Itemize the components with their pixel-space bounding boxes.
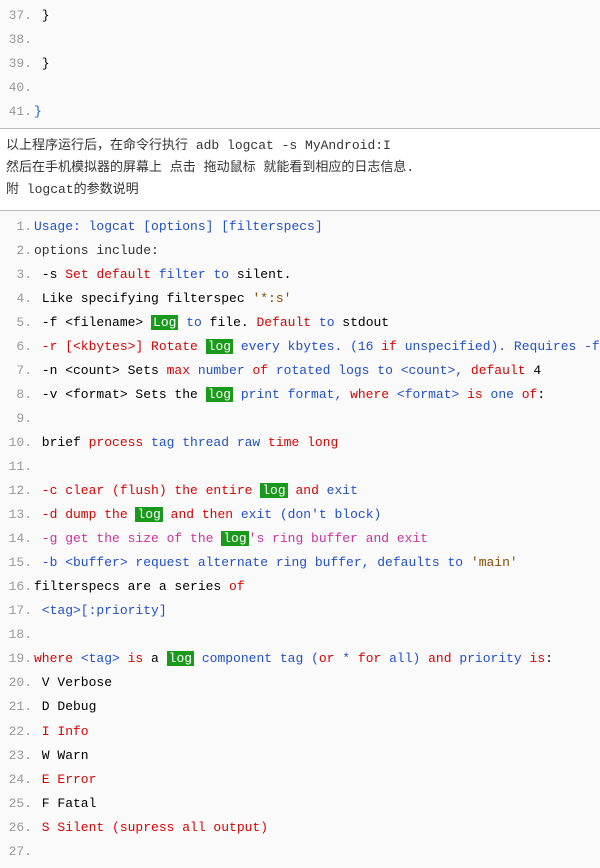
code-line: 41.}: [6, 100, 594, 124]
doc-line: 18.: [6, 623, 594, 647]
doc-line: 8. -v <format> Sets the log print format…: [6, 383, 594, 407]
intro-line: 以上程序运行后，在命令行执行 adb logcat -s MyAndroid:I: [6, 135, 594, 157]
code-tail: 37. } 38. 39. } 40. 41.}: [0, 0, 600, 128]
doc-line: 12. -c clear (flush) the entire log and …: [6, 479, 594, 503]
intro-command: adb logcat -s MyAndroid:I: [196, 138, 391, 153]
highlight-log: log: [167, 651, 194, 666]
doc-line: 16.filterspecs are a series of: [6, 575, 594, 599]
doc-line: 17. <tag>[:priority]: [6, 599, 594, 623]
doc-line: 4. Like specifying filterspec '*:s': [6, 287, 594, 311]
highlight-log: log: [135, 507, 162, 522]
highlight-log: log: [260, 483, 287, 498]
code-line: 40.: [6, 76, 594, 100]
doc-line: 3. -s Set default filter to silent.: [6, 263, 594, 287]
doc-line: 9.: [6, 407, 594, 431]
code-line: 39. }: [6, 52, 594, 76]
doc-line: 19.where <tag> is a log component tag (o…: [6, 647, 594, 671]
intro-line: 附 logcat的参数说明: [6, 179, 594, 201]
highlight-log: log: [206, 387, 233, 402]
doc-line: 2.options include:: [6, 239, 594, 263]
doc-line: 22. I Info: [6, 720, 594, 744]
code-line: 38.: [6, 28, 594, 52]
logcat-help: 1.Usage: logcat [options] [filterspecs] …: [0, 210, 600, 868]
doc-line: 11.: [6, 455, 594, 479]
doc-line: 13. -d dump the log and then exit (don't…: [6, 503, 594, 527]
highlight-log: log: [221, 531, 248, 546]
doc-line: 20. V Verbose: [6, 671, 594, 695]
doc-line: 7. -n <count> Sets max number of rotated…: [6, 359, 594, 383]
highlight-log: log: [206, 339, 233, 354]
doc-line: 26. S Silent (supress all output): [6, 816, 594, 840]
doc-line: 14. -g get the size of the log's ring bu…: [6, 527, 594, 551]
intro-text: 以上程序运行后，在命令行执行 adb logcat -s MyAndroid:I…: [0, 128, 600, 209]
doc-line: 5. -f <filename> Log to file. Default to…: [6, 311, 594, 335]
doc-line: 15. -b <buffer> request alternate ring b…: [6, 551, 594, 575]
doc-line: 6. -r [<kbytes>] Rotate log every kbytes…: [6, 335, 594, 359]
doc-line: 24. E Error: [6, 768, 594, 792]
doc-line: 10. brief process tag thread raw time lo…: [6, 431, 594, 455]
doc-line: 27.: [6, 840, 594, 864]
code-line: 37. }: [6, 4, 594, 28]
highlight-log: Log: [151, 315, 178, 330]
doc-line: 21. D Debug: [6, 695, 594, 719]
doc-line: 1.Usage: logcat [options] [filterspecs]: [6, 215, 594, 239]
intro-line: 然后在手机模拟器的屏幕上 点击 拖动鼠标 就能看到相应的日志信息.: [6, 157, 594, 179]
doc-line: 25. F Fatal: [6, 792, 594, 816]
doc-line: 23. W Warn: [6, 744, 594, 768]
